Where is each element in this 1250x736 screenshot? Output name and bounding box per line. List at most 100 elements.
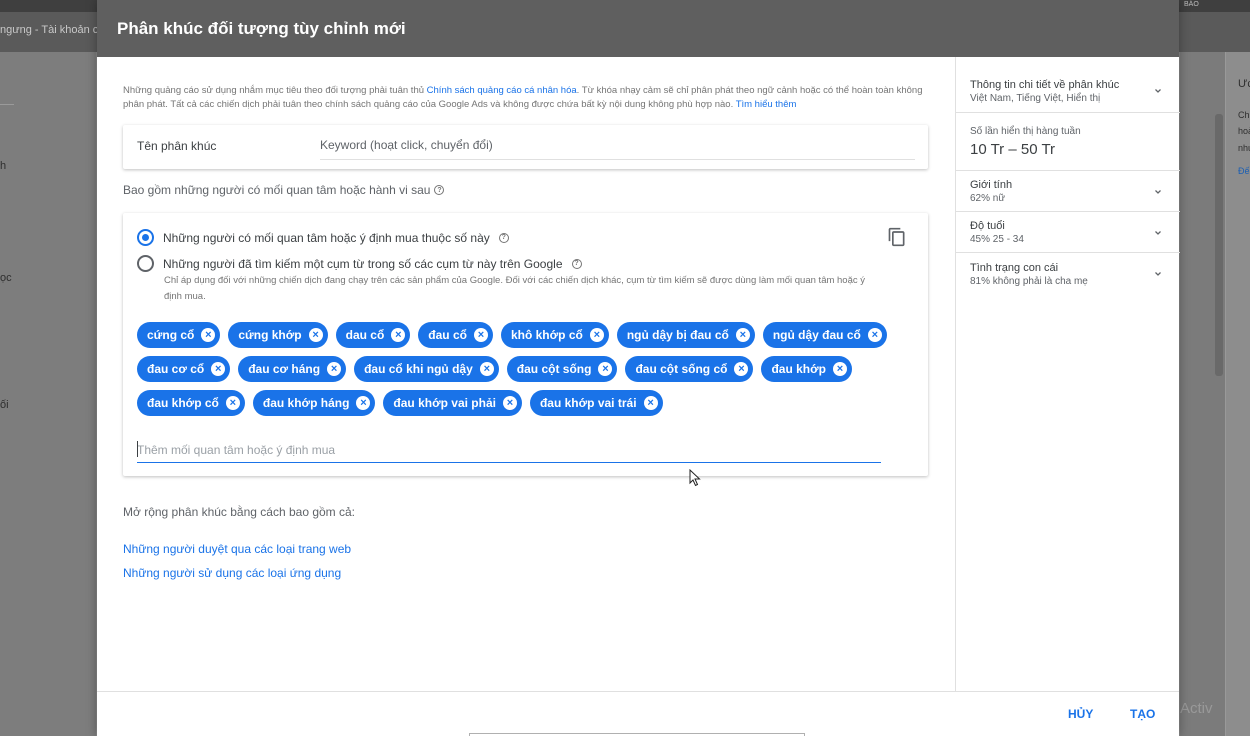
- option-search-note: Chỉ áp dụng đối với những chiến dịch đan…: [164, 275, 866, 302]
- websites-link[interactable]: Những người duyệt qua các loại trang web: [123, 542, 351, 556]
- age-section[interactable]: Độ tuổi 45% 25 - 34: [956, 212, 1180, 253]
- background-nav-fragment: ọc: [0, 272, 12, 284]
- interest-chip[interactable]: đau khớp cổ ×: [137, 390, 245, 416]
- background-divider: [0, 104, 14, 105]
- segment-insights-panel: Thông tin chi tiết về phân khúc Việt Nam…: [955, 57, 1180, 691]
- segment-name-input[interactable]: Keyword (hoạt click, chuyển đổi): [320, 138, 493, 152]
- interest-chip[interactable]: dau cổ ×: [335, 322, 411, 348]
- chevron-down-icon[interactable]: [1152, 268, 1164, 280]
- remove-chip-icon[interactable]: ×: [833, 362, 848, 376]
- add-interest-input[interactable]: [137, 437, 881, 463]
- chevron-down-icon[interactable]: [1152, 227, 1164, 239]
- interest-chip[interactable]: đau cột sống ×: [506, 356, 618, 382]
- interest-chip-label: đau khớp vai trái: [539, 396, 637, 410]
- age-value: 45% 25 - 34: [970, 234, 1024, 245]
- dialog-title: Phân khúc đối tượng tùy chỉnh mới: [117, 18, 406, 38]
- remove-chip-icon[interactable]: ×: [734, 362, 749, 376]
- background-nav-fragment: h: [0, 160, 7, 172]
- background-scrollbar: [1215, 114, 1223, 376]
- create-button[interactable]: TẠO: [1130, 707, 1155, 721]
- interest-chip[interactable]: đau cổ ×: [418, 322, 493, 348]
- background-nav-fragment: ối: [0, 399, 9, 411]
- dialog-header: Phân khúc đối tượng tùy chỉnh mới: [97, 0, 1179, 57]
- interest-chip[interactable]: đau khớp vai trái ×: [529, 390, 663, 416]
- interest-chip-label: đau khớp vai phải: [393, 396, 496, 410]
- background-badge: BÁO: [1184, 1, 1199, 8]
- cancel-button[interactable]: HỦY: [1068, 707, 1093, 721]
- impressions-title: Số lần hiển thị hàng tuần: [970, 126, 1081, 137]
- interest-chip-label: đau cột sống: [516, 362, 592, 376]
- remove-chip-icon[interactable]: ×: [502, 396, 517, 410]
- interest-chip-label: ngủ dậy đau cổ: [772, 328, 861, 342]
- interest-chip[interactable]: ngủ dậy bị đau cổ ×: [616, 322, 755, 348]
- interest-chip[interactable]: đau khớp ×: [761, 356, 853, 382]
- interest-chip-label: đau khớp: [771, 362, 827, 376]
- interest-chips: cứng cổ × cứng khớp × dau cổ × đau cổ × khô khớp…: [137, 322, 907, 416]
- help-icon[interactable]: ?: [434, 185, 445, 195]
- interest-chip-label: dau cổ: [345, 328, 385, 342]
- background-panel-fragment: hoả: [1238, 126, 1250, 136]
- remove-chip-icon[interactable]: ×: [589, 328, 604, 342]
- remove-chip-icon[interactable]: ×: [308, 328, 323, 342]
- remove-chip-icon[interactable]: ×: [479, 362, 494, 376]
- background-watermark: Activ: [1180, 700, 1213, 717]
- segment-name-label: Tên phân khúc: [137, 139, 217, 153]
- include-heading: Bao gồm những người có mối quan tâm hoặc…: [123, 183, 445, 197]
- help-icon[interactable]: ?: [498, 232, 509, 243]
- remove-chip-icon[interactable]: ×: [211, 362, 226, 376]
- interest-chip[interactable]: cứng cổ ×: [137, 322, 221, 348]
- interest-chip[interactable]: đau cơ háng ×: [238, 356, 347, 382]
- interest-chip[interactable]: đau khớp háng ×: [252, 390, 376, 416]
- option-interest[interactable]: Những người có mối quan tâm hoặc ý định …: [137, 229, 509, 246]
- remove-chip-icon[interactable]: ×: [473, 328, 488, 342]
- interest-chip-label: ngủ dậy bị đau cổ: [626, 328, 729, 342]
- option-interest-label: Những người có mối quan tâm hoặc ý định …: [163, 230, 490, 245]
- policy-link[interactable]: Chính sách quảng cáo cá nhân hóa: [427, 85, 577, 96]
- interest-chip[interactable]: đau cột sống cổ ×: [625, 356, 754, 382]
- remove-chip-icon[interactable]: ×: [643, 396, 658, 410]
- gender-value: 62% nữ: [970, 193, 1006, 204]
- mouse-cursor-icon: [689, 469, 701, 487]
- interest-chip-label: khô khớp cổ: [510, 328, 583, 342]
- interest-chip-label: đau cột sống cổ: [635, 362, 728, 376]
- apps-link[interactable]: Những người sử dụng các loại ứng dụng: [123, 566, 341, 580]
- notice-text: Những quảng cáo sử dụng nhắm mục tiêu th…: [123, 85, 427, 96]
- text-caret: [137, 441, 138, 457]
- interest-chip-label: đau cổ: [428, 328, 467, 342]
- interest-chip[interactable]: đau cơ cổ ×: [137, 356, 231, 382]
- option-search-label: Những người đã tìm kiếm một cụm từ trong…: [163, 256, 563, 271]
- remove-chip-icon[interactable]: ×: [867, 328, 882, 342]
- remove-chip-icon[interactable]: ×: [735, 328, 750, 342]
- interest-chip[interactable]: đau khớp vai phải ×: [383, 390, 522, 416]
- remove-chip-icon[interactable]: ×: [225, 396, 240, 410]
- remove-chip-icon[interactable]: ×: [391, 328, 406, 342]
- copy-icon[interactable]: [887, 227, 907, 247]
- interest-chip[interactable]: khô khớp cổ ×: [500, 322, 609, 348]
- chevron-down-icon[interactable]: [1152, 186, 1164, 198]
- background-right-panel: [1225, 52, 1250, 736]
- details-title: Thông tin chi tiết về phân khúc: [970, 79, 1120, 91]
- radio-unselected-icon[interactable]: [137, 255, 154, 272]
- segment-name-underline: [320, 159, 915, 160]
- interest-chip-label: đau khớp háng: [262, 396, 350, 410]
- parental-section[interactable]: Tình trạng con cái 81% không phải là cha…: [956, 253, 1180, 295]
- learn-more-link[interactable]: Tìm hiểu thêm: [736, 99, 797, 110]
- interest-chip[interactable]: đau cổ khi ngủ dậy ×: [354, 356, 499, 382]
- gender-section[interactable]: Giới tính 62% nữ: [956, 171, 1180, 212]
- option-search[interactable]: Những người đã tìm kiếm một cụm từ trong…: [137, 255, 582, 272]
- remove-chip-icon[interactable]: ×: [356, 396, 371, 410]
- interest-chip[interactable]: cứng khớp ×: [228, 322, 328, 348]
- details-section[interactable]: Thông tin chi tiết về phân khúc Việt Nam…: [956, 57, 1180, 113]
- radio-selected-icon[interactable]: [137, 229, 154, 246]
- remove-chip-icon[interactable]: ×: [327, 362, 342, 376]
- gender-title: Giới tính: [970, 179, 1013, 191]
- interest-chip[interactable]: ngủ dậy đau cổ ×: [762, 322, 887, 348]
- background-left-nav: [0, 52, 96, 736]
- dialog-main: Những quảng cáo sử dụng nhắm mục tiêu th…: [97, 57, 955, 691]
- dialog-footer: HỦY TẠO: [97, 691, 1179, 736]
- remove-chip-icon[interactable]: ×: [201, 328, 216, 342]
- interests-card: Những người có mối quan tâm hoặc ý định …: [123, 213, 928, 476]
- help-icon[interactable]: ?: [571, 258, 582, 269]
- chevron-down-icon[interactable]: [1152, 85, 1164, 97]
- remove-chip-icon[interactable]: ×: [598, 362, 613, 376]
